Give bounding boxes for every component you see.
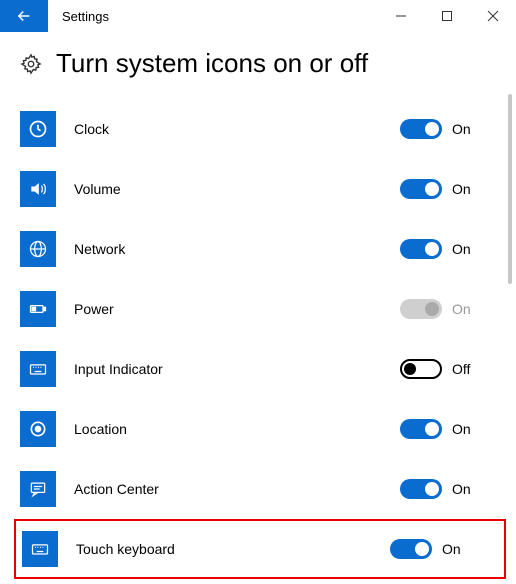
setting-row-volume: Volume On <box>20 159 516 219</box>
setting-label: Clock <box>56 121 400 137</box>
page-header: Turn system icons on or off <box>20 48 516 79</box>
minimize-button[interactable] <box>378 0 424 32</box>
setting-label: Network <box>56 241 400 257</box>
toggle-touch-keyboard[interactable] <box>390 539 432 559</box>
toggle-state-text: On <box>452 241 480 257</box>
maximize-icon <box>441 10 453 22</box>
toggle-wrap: On <box>400 239 480 259</box>
setting-row-location: Location On <box>20 399 516 459</box>
setting-row-action-center: Action Center On <box>20 459 516 519</box>
setting-label: Power <box>56 301 400 317</box>
battery-icon <box>20 291 56 327</box>
setting-label: Touch keyboard <box>58 541 390 557</box>
clock-icon <box>20 111 56 147</box>
toggle-wrap: Off <box>400 359 480 379</box>
toggle-clock[interactable] <box>400 119 442 139</box>
action-center-icon <box>20 471 56 507</box>
back-button[interactable] <box>0 0 48 32</box>
close-icon <box>487 10 499 22</box>
toggle-action-center[interactable] <box>400 479 442 499</box>
toggle-volume[interactable] <box>400 179 442 199</box>
toggle-power <box>400 299 442 319</box>
volume-icon <box>20 171 56 207</box>
arrow-left-icon <box>15 7 33 25</box>
maximize-button[interactable] <box>424 0 470 32</box>
toggle-wrap: On <box>400 299 480 319</box>
toggle-state-text: On <box>452 181 480 197</box>
content: Turn system icons on or off ClockOnVolum… <box>0 32 516 584</box>
toggle-wrap: On <box>400 419 480 439</box>
setting-label: Location <box>56 421 400 437</box>
setting-label: Volume <box>56 181 400 197</box>
setting-row-clock: Clock On <box>20 99 516 159</box>
toggle-state-text: Off <box>452 361 480 377</box>
toggle-state-text: On <box>452 121 480 137</box>
location-icon <box>20 411 56 447</box>
page-title: Turn system icons on or off <box>56 48 368 79</box>
toggle-input-indicator[interactable] <box>400 359 442 379</box>
toggle-wrap: On <box>400 119 480 139</box>
toggle-state-text: On <box>452 481 480 497</box>
window-controls <box>378 0 516 32</box>
setting-label: Action Center <box>56 481 400 497</box>
toggle-wrap: On <box>400 479 480 499</box>
setting-row-power: Power On <box>20 279 516 339</box>
toggle-state-text: On <box>452 421 480 437</box>
toggle-state-text: On <box>452 301 480 317</box>
globe-icon <box>20 231 56 267</box>
toggle-state-text: On <box>442 541 470 557</box>
toggle-location[interactable] <box>400 419 442 439</box>
minimize-icon <box>395 10 407 22</box>
setting-row-input-indicator: Input Indicator Off <box>20 339 516 399</box>
toggle-wrap: On <box>400 179 480 199</box>
window-title: Settings <box>48 0 109 32</box>
titlebar: Settings <box>0 0 516 32</box>
toggle-network[interactable] <box>400 239 442 259</box>
settings-list: Clock On Volume On Network On Power On Input Ind… <box>20 99 516 579</box>
close-button[interactable] <box>470 0 516 32</box>
keyboard-icon <box>20 351 56 387</box>
setting-row-network: Network On <box>20 219 516 279</box>
toggle-wrap: On <box>390 539 470 559</box>
gear-icon <box>20 53 42 75</box>
setting-label: Input Indicator <box>56 361 400 377</box>
keyboard-icon <box>22 531 58 567</box>
setting-row-touch-keyboard: Touch keyboard On <box>14 519 506 579</box>
scrollbar-thumb[interactable] <box>508 94 512 284</box>
